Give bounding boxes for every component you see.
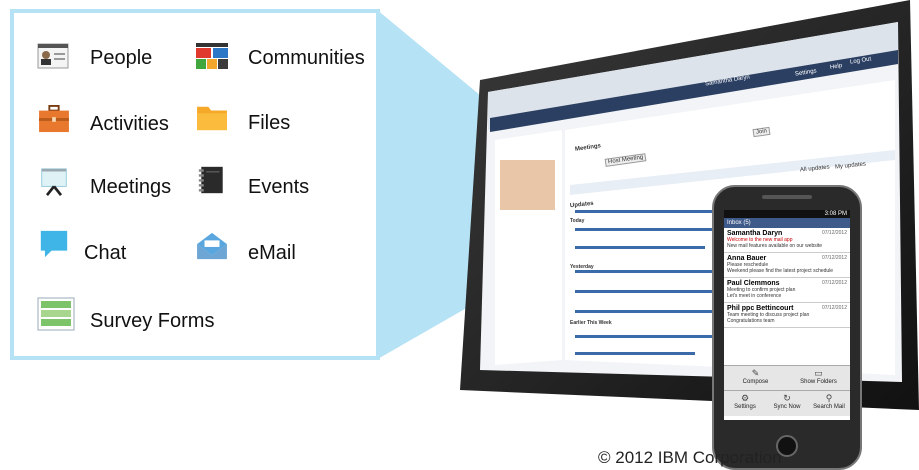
chat-icon <box>40 230 68 258</box>
mail-date: 07/12/2012 <box>821 305 847 311</box>
list-item[interactable]: Phil ppc Bettincourt 07/12/2012 Team meet… <box>724 303 850 328</box>
compose-button[interactable]: ✎ Compose <box>724 366 787 391</box>
sync-label: Sync Now <box>773 404 801 410</box>
feature-meetings[interactable]: Meetings <box>90 176 171 199</box>
search-mail-button[interactable]: ⚲ Search Mail <box>808 391 850 416</box>
list-item[interactable]: Samantha Daryn 07/12/2012 Welcome to the … <box>724 228 850 253</box>
phone-device: 3:08 PM Inbox (5) Samantha Daryn 07/12/20… <box>712 185 862 470</box>
mail-date: 07/12/2012 <box>821 230 847 236</box>
tablet-earlier: Earlier This Week <box>570 320 612 326</box>
sync-icon: ↻ <box>783 393 791 403</box>
communities-icon <box>196 43 228 69</box>
feature-label: Meetings <box>90 176 172 198</box>
folder-icon: ▭ <box>814 368 823 378</box>
feature-chat[interactable]: Chat <box>84 242 126 265</box>
list-item[interactable]: Paul Clemmons 07/12/2012 Meeting to confi… <box>724 278 850 303</box>
show-folders-label: Show Folders <box>800 379 837 385</box>
mail-from: Samantha Daryn <box>727 230 783 237</box>
feature-people[interactable]: People <box>90 47 152 70</box>
files-icon <box>197 106 227 131</box>
people-icon <box>37 43 69 69</box>
search-icon: ⚲ <box>825 393 833 403</box>
feature-activities[interactable]: Activities <box>90 113 169 136</box>
mail-from: Anna Bauer <box>727 255 767 262</box>
activities-icon <box>39 105 69 133</box>
survey-forms-icon <box>37 297 75 331</box>
compose-label: Compose <box>742 379 769 385</box>
feature-label: Files <box>248 112 291 134</box>
feature-files[interactable]: Files <box>248 112 290 135</box>
mail-date: 07/12/2012 <box>821 280 847 286</box>
mail-preview: New mail features available on our websi… <box>727 243 823 249</box>
phone-inbox-label: Inbox (5) <box>727 220 751 226</box>
mail-preview: Congratulations team <box>727 318 775 324</box>
tablet-yesterday: Yesterday <box>570 264 594 270</box>
copyright-text: © 2012 IBM Corporation <box>598 448 782 467</box>
email-icon <box>197 232 227 260</box>
feature-events[interactable]: Events <box>248 176 309 199</box>
phone-menu-row-1: ✎ Compose ▭ Show Folders <box>724 365 850 391</box>
tablet-today: Today <box>570 218 585 224</box>
phone-status-bar: 3:08 PM <box>724 210 850 218</box>
feature-label: Chat <box>84 242 127 264</box>
mail-from: Paul Clemmons <box>727 280 780 287</box>
feature-label: Activities <box>90 113 169 135</box>
sync-now-button[interactable]: ↻ Sync Now <box>766 391 808 416</box>
mail-from: Phil ppc Bettincourt <box>727 305 794 312</box>
feature-label: Survey Forms <box>90 310 215 332</box>
feature-communities[interactable]: Communities <box>248 47 365 70</box>
feature-survey-forms[interactable]: Survey Forms <box>90 310 214 333</box>
phone-menu-row-2: ⚙ Settings ↻ Sync Now ⚲ Search Mail <box>724 390 850 416</box>
mail-preview: Weekend please find the latest project s… <box>727 268 834 274</box>
phone-inbox-header: Inbox (5) <box>724 218 850 228</box>
compose-icon: ✎ <box>751 368 760 378</box>
list-item[interactable]: Anna Bauer 07/12/2012 Please reschedule W… <box>724 253 850 278</box>
feature-label: Events <box>248 176 310 198</box>
mail-preview: Let's meet in conference <box>727 293 782 299</box>
settings-label: Settings <box>734 404 756 410</box>
phone-time: 3:08 PM <box>824 211 847 217</box>
feature-label: People <box>90 47 153 69</box>
mail-date: 07/12/2012 <box>821 255 847 261</box>
feature-email[interactable]: eMail <box>248 242 296 265</box>
search-mail-label: Search Mail <box>813 404 845 410</box>
meetings-icon <box>41 168 67 196</box>
feature-label: eMail <box>248 242 296 264</box>
feature-label: Communities <box>248 47 365 69</box>
show-folders-button[interactable]: ▭ Show Folders <box>787 366 850 391</box>
gear-icon: ⚙ <box>740 393 750 403</box>
phone-screen: 3:08 PM Inbox (5) Samantha Daryn 07/12/20… <box>724 210 850 420</box>
events-icon <box>198 166 223 194</box>
settings-button[interactable]: ⚙ Settings <box>724 391 766 416</box>
